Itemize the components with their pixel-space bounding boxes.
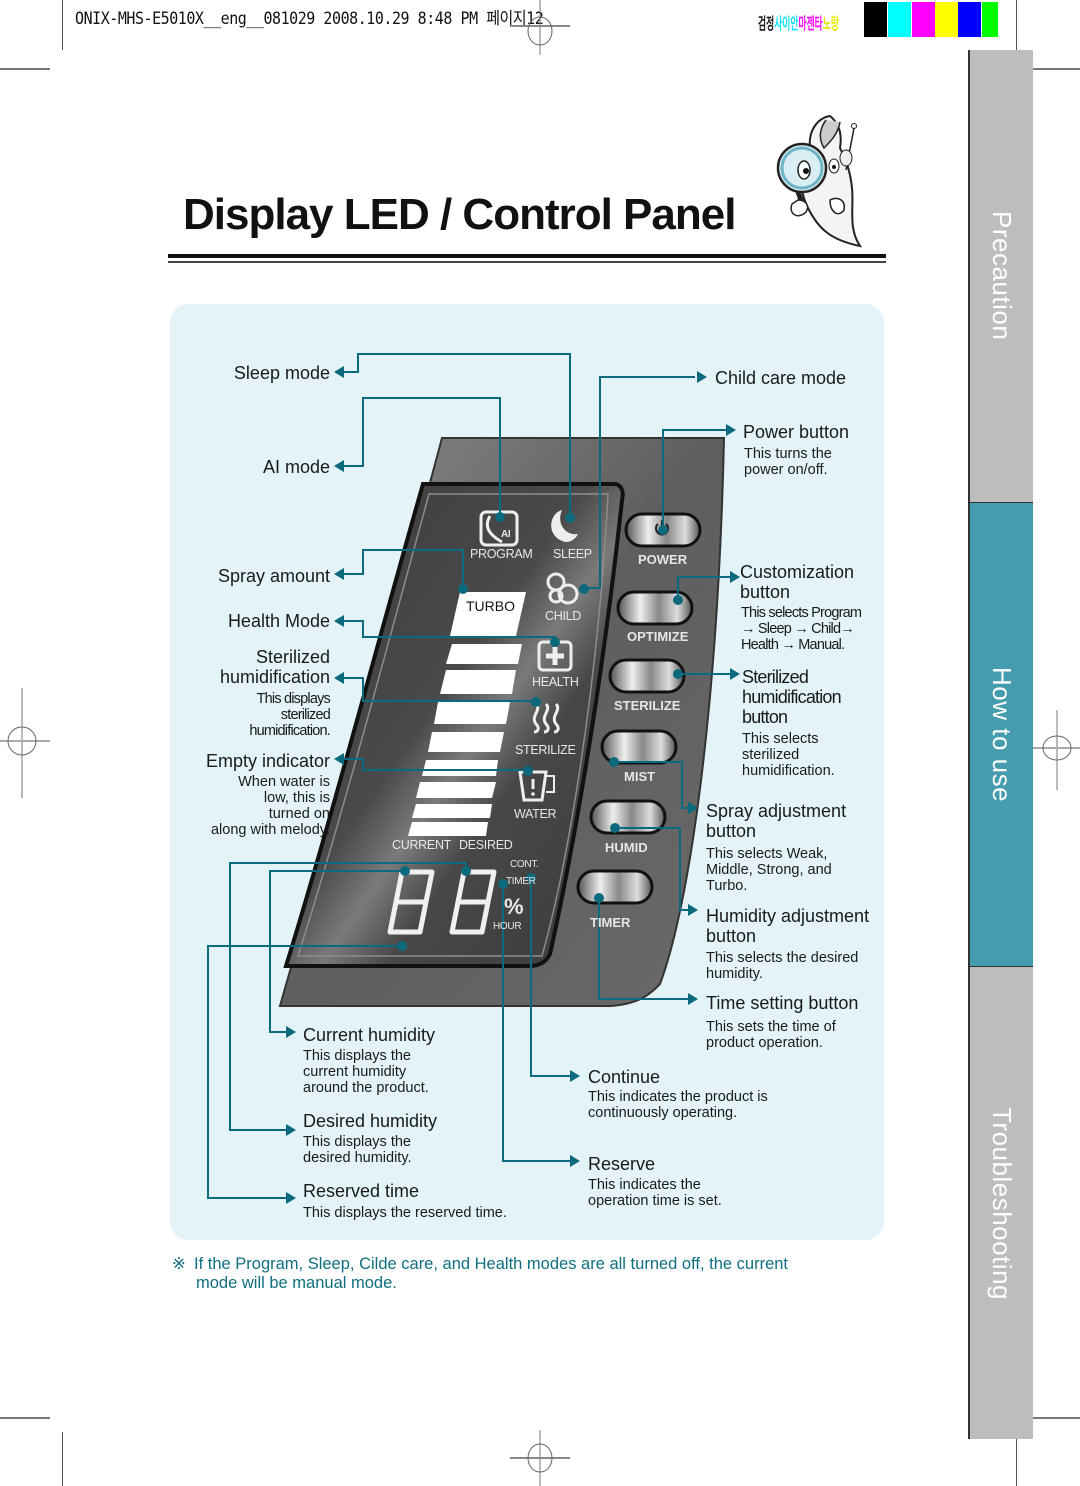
crop-mark bbox=[62, 0, 63, 50]
registration-mark-left bbox=[0, 688, 50, 798]
callout-power-desc: This turns the power on/off. bbox=[744, 446, 832, 478]
callout-spray-desc: This selects Weak, Middle, Strong, and T… bbox=[706, 846, 832, 894]
lcd-label-water: WATER bbox=[514, 807, 557, 821]
title-rule-thin bbox=[168, 261, 886, 263]
lcd-label-timer: TIMER bbox=[506, 876, 536, 887]
side-tab-label: How to use bbox=[987, 666, 1017, 803]
optimize-button[interactable]: OPTIMIZE bbox=[627, 629, 688, 644]
power-button[interactable]: POWER bbox=[638, 552, 687, 567]
lcd-label-hour: HOUR bbox=[493, 921, 522, 932]
callout-reserved-desc: This displays the reserved time. bbox=[303, 1205, 507, 1221]
crop-mark bbox=[1032, 68, 1080, 70]
callout-continue-desc: This indicates the product is continuous… bbox=[588, 1089, 768, 1121]
callout-humid-title: Humidity adjustment button bbox=[706, 906, 870, 946]
callout-reserve-title: Reserve bbox=[588, 1154, 656, 1174]
callout-sterilized-desc: This displays sterilized humidification. bbox=[249, 691, 330, 739]
lcd-label-desired: DESIRED bbox=[459, 838, 513, 852]
callout-time-title: Time setting button bbox=[706, 993, 859, 1013]
swatch-black bbox=[864, 2, 887, 37]
footnote-line-2: mode will be manual mode. bbox=[196, 1274, 397, 1292]
callout-steril-btn-desc: This selects sterilized humidification. bbox=[742, 731, 835, 779]
callout-continue-title: Continue bbox=[588, 1067, 661, 1087]
callout-power-title: Power button bbox=[743, 422, 850, 442]
lcd-label-sleep: SLEEP bbox=[553, 547, 592, 561]
lcd-label-current: CURRENT bbox=[392, 838, 452, 852]
callout-spray-amount: Spray amount bbox=[217, 566, 330, 586]
timer-button[interactable]: TIMER bbox=[590, 915, 630, 930]
color-label-cyan: 사이안 bbox=[774, 16, 799, 33]
swatch-cyan bbox=[888, 2, 911, 37]
level-bar bbox=[422, 760, 498, 776]
color-labels: 검정사이안마젠타노랑 bbox=[758, 10, 839, 34]
callout-desired-title: Desired humidity bbox=[303, 1111, 438, 1131]
level-bar bbox=[412, 804, 492, 818]
mist-button[interactable]: MIST bbox=[624, 769, 655, 784]
callout-empty-indicator: Empty indicator bbox=[205, 751, 330, 771]
crop-mark bbox=[1016, 0, 1017, 55]
crop-mark bbox=[0, 68, 50, 70]
callout-steril-btn-title: Sterilized humidification button bbox=[742, 667, 842, 727]
lcd-label-child: CHILD bbox=[545, 609, 582, 623]
level-bar bbox=[446, 644, 522, 664]
level-bar bbox=[416, 782, 496, 798]
level-bar bbox=[440, 670, 516, 694]
side-tab-label: Precaution bbox=[987, 211, 1017, 341]
footnote: ※ If the Program, Sleep, Cilde care, and … bbox=[172, 1255, 872, 1293]
lcd-label-turbo: TURBO bbox=[466, 598, 515, 614]
humid-button[interactable]: HUMID bbox=[605, 840, 648, 855]
side-tab-troubleshooting[interactable]: Troubleshooting bbox=[968, 967, 1033, 1439]
reference-mark-icon: ※ bbox=[172, 1255, 186, 1273]
callout-child-care: Child care mode bbox=[715, 368, 847, 388]
callout-current-title: Current humidity bbox=[303, 1025, 436, 1045]
callout-reserved-title: Reserved time bbox=[303, 1181, 420, 1201]
callout-current-desc: This displays the current humidity aroun… bbox=[303, 1048, 429, 1096]
callout-humid-desc: This selects the desired humidity. bbox=[706, 950, 859, 982]
lcd-label-program: PROGRAM bbox=[470, 547, 533, 561]
lcd-label-cont: CONT. bbox=[510, 859, 539, 870]
sterilize-button-shape bbox=[608, 658, 686, 694]
lcd-label-percent: % bbox=[504, 894, 524, 919]
crop-mark bbox=[0, 1417, 50, 1419]
registration-mark-top bbox=[510, 0, 570, 55]
callout-sleep-mode: Sleep mode bbox=[233, 363, 330, 383]
level-bar bbox=[428, 732, 504, 752]
color-label-magenta: 마젠타 bbox=[798, 16, 823, 33]
lcd-label-sterilize: STERILIZE bbox=[515, 743, 576, 757]
side-tab-label: Troubleshooting bbox=[987, 1106, 1017, 1300]
side-tab-precaution[interactable]: Precaution bbox=[968, 50, 1033, 502]
crop-mark bbox=[62, 1432, 63, 1486]
crop-mark bbox=[1032, 1417, 1080, 1419]
lcd-label-ai: AI bbox=[501, 529, 511, 540]
print-file-info: ONIX-MHS-E5010X__eng__081029 2008.10.29 … bbox=[75, 9, 544, 29]
lcd-label-health: HEALTH bbox=[532, 675, 579, 689]
callout-empty-desc: When water is low, this is turned on alo… bbox=[210, 774, 330, 838]
callout-custom-desc: This selects Program → Sleep → Child→ He… bbox=[741, 605, 862, 653]
callout-custom-title: Customization button bbox=[740, 562, 855, 602]
level-bar bbox=[408, 822, 488, 836]
callout-sterilized-title: Sterilized humidification bbox=[219, 647, 330, 687]
sterilize-button[interactable]: STERILIZE bbox=[614, 698, 680, 713]
page-title: Display LED / Control Panel bbox=[183, 190, 736, 239]
callout-desired-desc: This displays the desired humidity. bbox=[303, 1134, 412, 1166]
callout-time-desc: This sets the time of product operation. bbox=[706, 1019, 836, 1051]
title-rule bbox=[168, 254, 886, 258]
color-label-yellow: 노랑 bbox=[822, 16, 839, 33]
mascot-magnifier-icon bbox=[776, 114, 863, 248]
callout-reserve-desc: This indicates the operation time is set… bbox=[588, 1177, 722, 1209]
registration-mark-bottom bbox=[510, 1430, 570, 1486]
registration-mark-right bbox=[1030, 710, 1080, 790]
swatch-yellow bbox=[935, 2, 958, 37]
crop-mark bbox=[1016, 1432, 1017, 1486]
swatch-magenta bbox=[912, 2, 935, 37]
level-bar bbox=[434, 702, 510, 724]
color-label-black: 검정 bbox=[758, 16, 775, 33]
footnote-line-1: If the Program, Sleep, Cilde care, and H… bbox=[194, 1255, 789, 1273]
swatch-green bbox=[982, 2, 998, 37]
callout-spray-title: Spray adjustment button bbox=[706, 801, 847, 841]
timer-button-shape bbox=[576, 869, 654, 905]
callout-ai-mode: AI mode bbox=[262, 457, 330, 477]
callout-health-mode: Health Mode bbox=[227, 611, 330, 631]
side-tab-how-to-use[interactable]: How to use bbox=[968, 502, 1033, 967]
swatch-blue bbox=[958, 2, 981, 37]
